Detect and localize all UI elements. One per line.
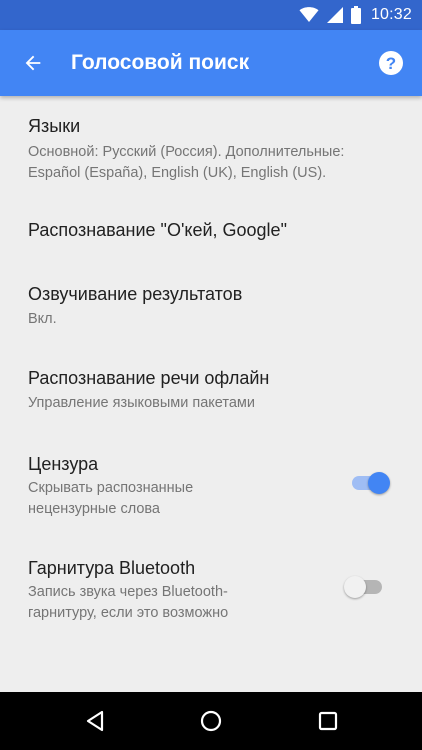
battery-icon	[350, 6, 361, 24]
setting-title: Цензура	[28, 454, 99, 474]
setting-speech-output[interactable]: Озвучивание результатов Вкл.	[0, 266, 422, 346]
censorship-toggle[interactable]	[350, 471, 390, 495]
setting-summary-line: Español (España), English (UK), English …	[28, 165, 327, 181]
setting-summary-line: Основной: Русский (Россия). Дополнительн…	[28, 144, 345, 160]
setting-summary-line: Запись звука через Bluetooth-	[28, 584, 228, 600]
nav-home-button[interactable]	[196, 706, 226, 736]
setting-summary-line: Управление языковыми пакетами	[28, 395, 255, 411]
clock: 10:32	[370, 6, 412, 23]
toolbar: Голосовой поиск ?	[0, 30, 422, 96]
setting-title: Озвучивание результатов	[28, 284, 243, 304]
status-icons: 10:32	[299, 0, 412, 30]
back-button[interactable]	[18, 48, 48, 78]
recents-square-icon	[318, 711, 338, 731]
setting-languages[interactable]: Языки Основной: Русский (Россия). Дополн…	[0, 96, 422, 192]
status-bar: 10:32	[0, 0, 422, 30]
setting-summary-line: гарнитуру, если это возможно	[28, 605, 229, 621]
navigation-bar	[0, 692, 422, 750]
toggle-thumb	[344, 576, 366, 598]
setting-summary-line: Вкл.	[28, 311, 57, 327]
help-button[interactable]: ?	[376, 48, 406, 78]
setting-summary-line: Скрывать распознанные	[28, 480, 194, 496]
setting-title: Гарнитура Bluetooth	[28, 558, 196, 578]
svg-text:?: ?	[386, 54, 396, 73]
nav-back-button[interactable]	[80, 706, 110, 736]
setting-bluetooth-headset[interactable]: Гарнитура Bluetooth Запись звука через B…	[0, 536, 422, 636]
setting-title: Распознавание речи офлайн	[28, 368, 270, 388]
home-circle-icon	[200, 710, 222, 732]
setting-offline-recognition[interactable]: Распознавание речи офлайн Управление язы…	[0, 346, 422, 436]
nav-recents-button[interactable]	[313, 706, 343, 736]
setting-summary-line: нецензурные слова	[28, 501, 160, 517]
setting-title: Языки	[28, 116, 81, 136]
cell-signal-icon	[326, 7, 343, 23]
page-title: Голосовой поиск	[71, 51, 250, 74]
wifi-icon	[299, 7, 319, 22]
back-triangle-icon	[86, 710, 104, 732]
arrow-back-icon	[25, 55, 41, 71]
bluetooth-toggle[interactable]	[344, 575, 384, 599]
toggle-thumb	[368, 472, 390, 494]
setting-censorship[interactable]: Цензура Скрывать распознанные нецензурны…	[0, 436, 422, 536]
setting-ok-google[interactable]: Распознавание "О'кей, Google"	[0, 192, 422, 266]
help-circle-icon: ?	[379, 51, 403, 75]
setting-title: Распознавание "О'кей, Google"	[28, 220, 287, 240]
